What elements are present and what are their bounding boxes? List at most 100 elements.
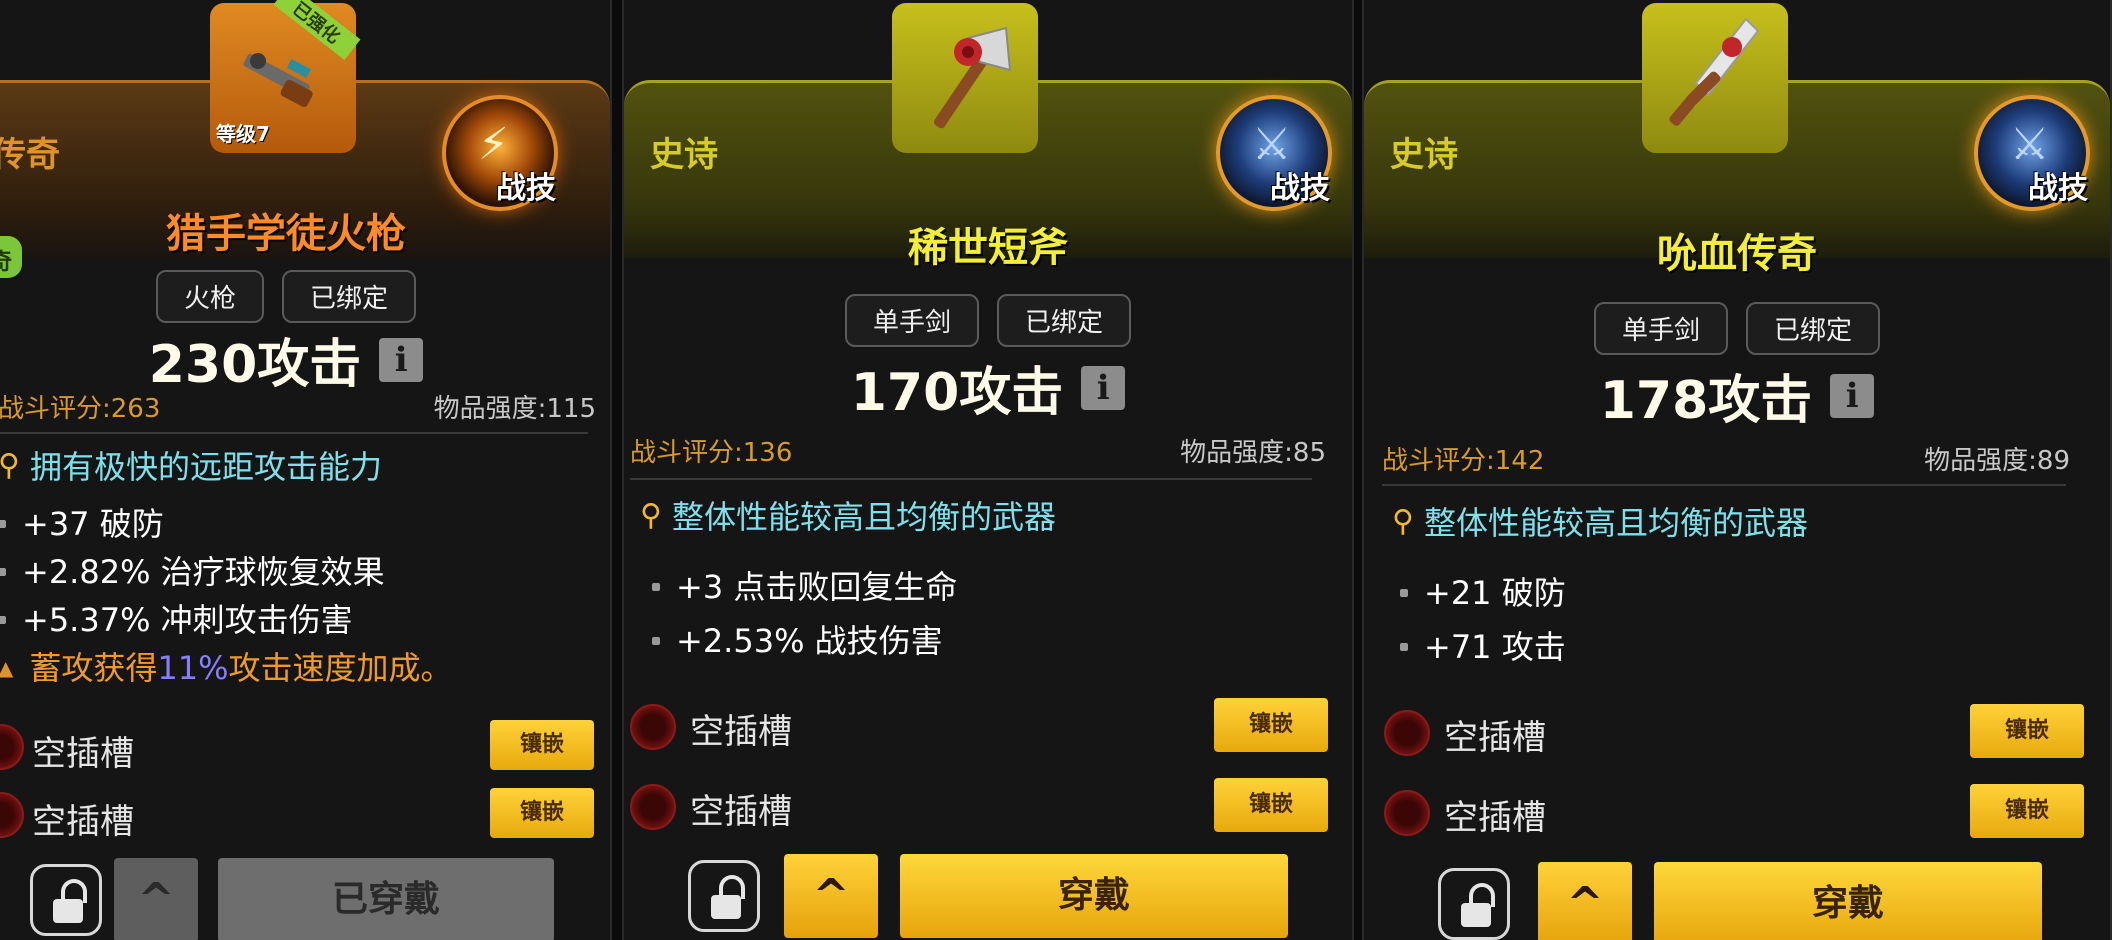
item-tags: 单手剑 已绑定 bbox=[624, 294, 1352, 347]
attribute-text: +2.53% 战技伤害 bbox=[676, 622, 943, 660]
triangle-icon: ▲ bbox=[0, 644, 13, 692]
item-tags: 单手剑 已绑定 bbox=[1364, 302, 2110, 355]
socket-row: 空插槽 镶嵌 bbox=[624, 778, 1352, 834]
item-card: 史诗 ⚔ 战技 稀世短斧 单手剑 已绑定 170攻击 i 战斗评分:136 物品… bbox=[622, 0, 1354, 940]
lock-body-icon bbox=[1461, 903, 1491, 927]
bullet-icon bbox=[652, 583, 660, 591]
empty-socket-icon bbox=[1384, 710, 1430, 756]
socket-label: 空插槽 bbox=[32, 802, 134, 842]
attribute-text: +37 破防 bbox=[22, 505, 164, 543]
attribute-text: +5.37% 冲刺攻击伤害 bbox=[22, 601, 353, 639]
level-text: 等级7 bbox=[216, 122, 270, 146]
socket-label: 空插槽 bbox=[1444, 798, 1546, 838]
item-description: ⚲ 整体性能较高且均衡的武器 bbox=[640, 492, 1056, 538]
rarity-label: 史诗 bbox=[1390, 135, 1458, 175]
attribute-list: +3 点击败回复生命 +2.53% 战技伤害 bbox=[652, 560, 957, 668]
socket-label: 空插槽 bbox=[32, 734, 134, 774]
bound-tag: 已绑定 bbox=[1746, 302, 1881, 355]
upgrade-button[interactable]: ^ bbox=[784, 854, 878, 938]
bonus-item: ▲ 蓄攻获得11%攻击速度加成。 bbox=[0, 644, 453, 692]
socket-row: 空插槽 镶嵌 bbox=[1364, 784, 2110, 840]
socket-label: 空插槽 bbox=[690, 712, 792, 752]
attribute-list: +21 破防 +71 攻击 bbox=[1400, 566, 1566, 674]
equip-button[interactable]: 穿戴 bbox=[900, 854, 1288, 938]
inlay-button[interactable]: 镶嵌 bbox=[490, 720, 594, 770]
skill-orb[interactable]: ⚔ 战技 bbox=[1974, 95, 2090, 211]
attribute-item: +2.82% 治疗球恢复效果 bbox=[0, 548, 453, 596]
upgrade-button[interactable]: ^ bbox=[1538, 862, 1632, 940]
rarity-label: 史诗 bbox=[650, 135, 718, 175]
attribute-item: +37 破防 bbox=[0, 500, 453, 548]
skill-orb[interactable]: ⚔ 战技 bbox=[1216, 95, 1332, 211]
upgrade-button[interactable]: ^ bbox=[114, 858, 198, 940]
musket-icon: 已强化 等级7 bbox=[210, 0, 361, 153]
combat-score: 战斗评分:263 bbox=[0, 394, 161, 424]
unlock-button[interactable] bbox=[30, 864, 102, 936]
item-tags: 火枪 已绑定 bbox=[0, 270, 610, 323]
empty-socket-icon bbox=[1384, 790, 1430, 836]
item-strength: 物品强度:89 bbox=[1924, 446, 2070, 476]
empty-socket-icon bbox=[630, 704, 676, 750]
divider bbox=[0, 432, 588, 434]
item-strength: 物品强度:115 bbox=[433, 394, 596, 424]
item-name: 猎手学徒火枪 bbox=[166, 211, 406, 257]
inlay-button[interactable]: 镶嵌 bbox=[1214, 778, 1328, 832]
unlock-button[interactable] bbox=[1438, 868, 1510, 940]
bullet-icon bbox=[1400, 643, 1408, 651]
empty-socket-icon bbox=[0, 792, 24, 838]
bullet-icon bbox=[652, 637, 660, 645]
magnifier-icon: ⚲ bbox=[1392, 503, 1414, 539]
bullet-icon bbox=[0, 616, 6, 624]
lock-body-icon bbox=[711, 895, 741, 919]
attack-row: 230攻击 i bbox=[0, 322, 610, 397]
action-bar: ^ 穿戴 bbox=[624, 854, 1352, 938]
inlay-button[interactable]: 镶嵌 bbox=[1970, 784, 2084, 838]
attribute-list: +37 破防 +2.82% 治疗球恢复效果 +5.37% 冲刺攻击伤害 ▲ 蓄攻获… bbox=[0, 500, 453, 692]
bound-tag: 已绑定 bbox=[282, 270, 417, 323]
equip-button[interactable]: 穿戴 bbox=[1654, 862, 2042, 940]
item-name: 吮血传奇 bbox=[1657, 231, 1817, 277]
inlay-button[interactable]: 镶嵌 bbox=[1214, 698, 1328, 752]
bullet-icon bbox=[1400, 589, 1408, 597]
inlay-button[interactable]: 镶嵌 bbox=[490, 788, 594, 838]
skill-orb[interactable]: ⚡ 战技 bbox=[442, 95, 558, 211]
divider bbox=[630, 478, 1312, 480]
item-description: ⚲ 拥有极快的远距攻击能力 bbox=[0, 442, 382, 488]
description-text: 拥有极快的远距攻击能力 bbox=[29, 448, 382, 486]
info-icon[interactable]: i bbox=[1830, 373, 1875, 418]
action-bar: ^ 已穿戴 bbox=[0, 858, 610, 940]
action-bar: ^ 穿戴 bbox=[1364, 862, 2110, 940]
attack-value: 170攻击 bbox=[850, 363, 1064, 423]
combat-score: 战斗评分:136 bbox=[630, 438, 793, 468]
bonus-text: 蓄攻获得11%攻击速度加成。 bbox=[29, 644, 452, 692]
attribute-text: +21 破防 bbox=[1424, 574, 1566, 612]
attack-value: 178攻击 bbox=[1599, 371, 1813, 431]
inlay-button[interactable]: 镶嵌 bbox=[1970, 704, 2084, 758]
weapon-type-tag: 火枪 bbox=[155, 270, 264, 323]
empty-socket-icon bbox=[630, 784, 676, 830]
equipped-button[interactable]: 已穿戴 bbox=[218, 858, 554, 940]
axe-icon bbox=[892, 3, 1038, 153]
socket-row: 空插槽 镶嵌 bbox=[0, 720, 610, 774]
bonus-suffix: 攻击速度加成。 bbox=[228, 649, 453, 687]
description-text: 整体性能较高且均衡的武器 bbox=[671, 498, 1056, 536]
item-name: 稀世短斧 bbox=[908, 225, 1068, 271]
item-card: 史诗 ⚔ 战技 吮血传奇 单手剑 已绑定 178攻击 i 战斗评分:142 物品… bbox=[1362, 0, 2112, 940]
item-description: ⚲ 整体性能较高且均衡的武器 bbox=[1392, 498, 1808, 544]
bullet-icon bbox=[0, 568, 6, 576]
socket-row: 空插槽 镶嵌 bbox=[624, 698, 1352, 754]
card-header: 史诗 ⚔ 战技 稀世短斧 bbox=[624, 3, 1352, 271]
weapon-type-tag: 单手剑 bbox=[1593, 302, 1728, 355]
socket-row: 空插槽 镶嵌 bbox=[0, 788, 610, 842]
magnifier-icon: ⚲ bbox=[640, 497, 662, 533]
attack-row: 170攻击 i bbox=[624, 350, 1352, 425]
attribute-text: +2.82% 治疗球恢复效果 bbox=[22, 553, 385, 591]
attribute-item: +71 攻击 bbox=[1400, 620, 1566, 674]
description-text: 整体性能较高且均衡的武器 bbox=[1423, 504, 1808, 542]
lock-body-icon bbox=[53, 899, 83, 923]
skill-label: 战技 bbox=[2028, 171, 2088, 206]
info-icon[interactable]: i bbox=[1081, 365, 1126, 410]
attribute-item: +2.53% 战技伤害 bbox=[652, 614, 957, 668]
unlock-button[interactable] bbox=[688, 860, 760, 932]
info-icon[interactable]: i bbox=[379, 337, 424, 382]
